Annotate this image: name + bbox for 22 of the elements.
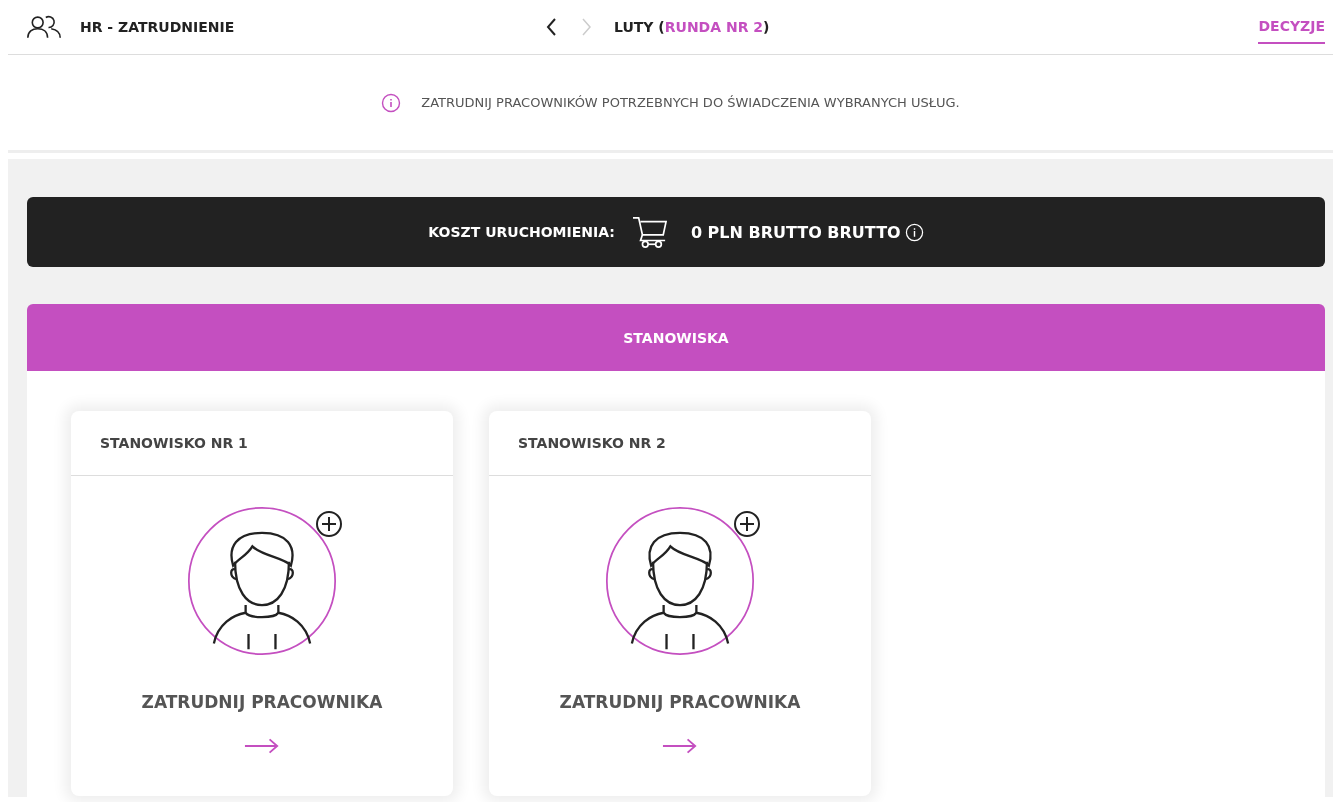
person-avatar-icon[interactable] — [603, 504, 757, 658]
person-avatar-icon[interactable] — [185, 504, 339, 658]
info-icon[interactable] — [904, 222, 924, 242]
cart-icon — [630, 215, 669, 249]
cost-value: 0 PLN BRUTTO BRUTTO — [690, 222, 901, 242]
section-title: STANOWISKA — [623, 329, 729, 346]
info-message: ZATRUDNIJ PRACOWNIKÓW POTRZEBNYCH DO ŚWIADCZENIA WYBRANYCH USŁUG. — [421, 95, 960, 110]
add-icon[interactable] — [731, 508, 763, 540]
users-icon — [26, 14, 62, 40]
info-icon — [381, 92, 402, 113]
arrow-right-icon[interactable] — [662, 736, 698, 756]
cost-label: KOSZT URUCHOMIENIA: — [428, 224, 615, 240]
card-title: STANOWISKO NR 2 — [518, 435, 666, 451]
add-icon[interactable] — [313, 508, 345, 540]
page-title: HR - ZATRUDNIENIE — [80, 19, 235, 35]
previous-icon[interactable] — [546, 17, 558, 37]
decisions-tab[interactable]: DECYZJE — [1258, 10, 1325, 44]
hire-label[interactable]: ZATRUDNIJ PRACOWNIKA — [559, 692, 801, 712]
period-title: LUTY (RUNDA NR 2) — [614, 19, 770, 35]
hire-label[interactable]: ZATRUDNIJ PRACOWNIKA — [141, 692, 383, 712]
arrow-right-icon[interactable] — [244, 736, 280, 756]
card-title: STANOWISKO NR 1 — [100, 435, 248, 451]
